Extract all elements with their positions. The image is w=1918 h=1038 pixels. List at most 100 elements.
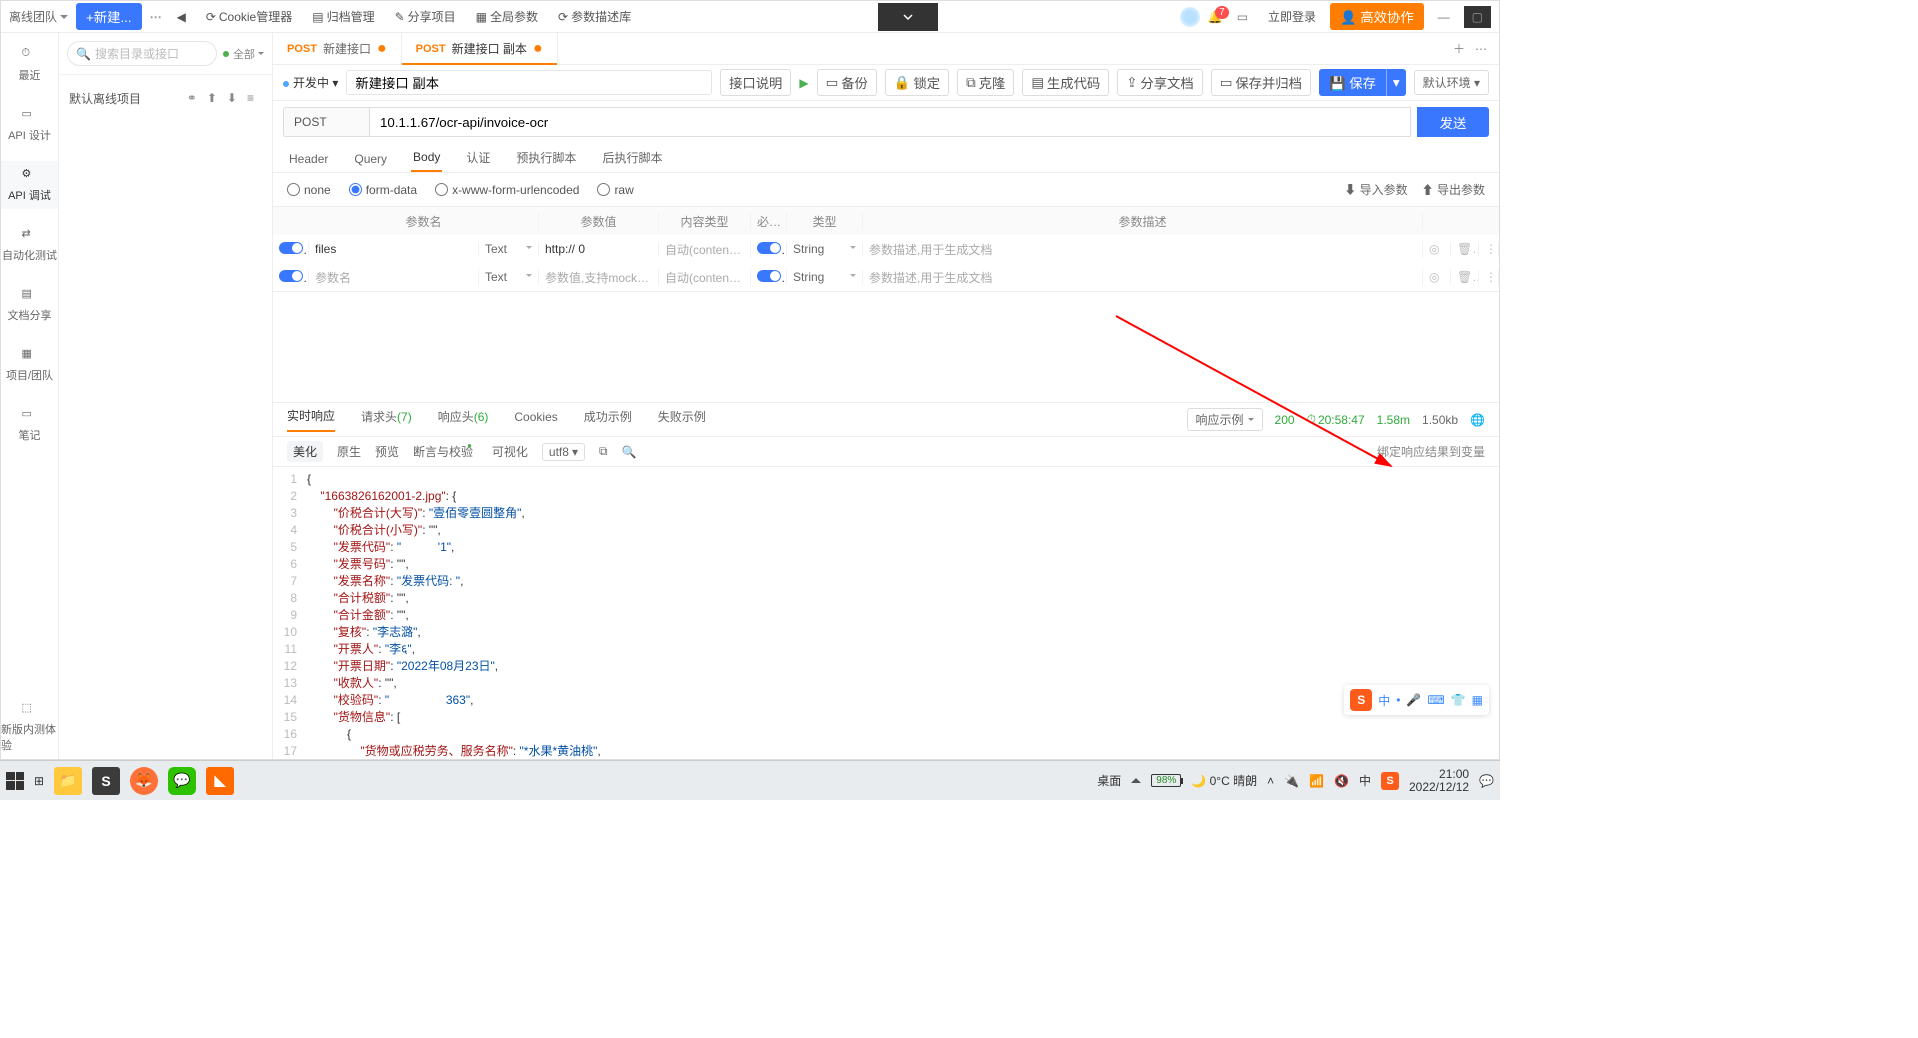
url-input[interactable] bbox=[369, 107, 1411, 137]
body-none-radio[interactable]: none bbox=[287, 183, 331, 197]
rail-automation[interactable]: ⇄自动化测试 bbox=[1, 221, 58, 269]
body-urlencoded-radio[interactable]: x-www-form-urlencoded bbox=[435, 183, 579, 197]
volume-icon[interactable]: 🔇 bbox=[1334, 774, 1349, 788]
param-desc-input[interactable]: 参数描述,用于生成文档 bbox=[863, 241, 1423, 258]
param-desc-input[interactable]: 参数描述,用于生成文档 bbox=[863, 269, 1423, 286]
notifications-icon[interactable]: 🔔7 bbox=[1208, 10, 1223, 24]
export-params[interactable]: ⬆ 导出参数 bbox=[1422, 181, 1485, 198]
row-required-toggle[interactable] bbox=[757, 242, 781, 254]
share-project[interactable]: ✎ 分享项目 bbox=[389, 8, 462, 25]
param-nametype-dd[interactable]: Text bbox=[479, 242, 539, 256]
list-icon[interactable]: ≡ bbox=[247, 91, 254, 105]
resptab-cookies[interactable]: Cookies bbox=[514, 410, 557, 430]
team-dropdown[interactable]: 离线团队 bbox=[9, 8, 68, 25]
param-name-input[interactable]: 参数名 bbox=[309, 269, 479, 286]
param-content[interactable]: 自动(content-type) bbox=[659, 269, 751, 286]
reqtab-header[interactable]: Header bbox=[287, 152, 330, 172]
save-button[interactable]: 💾 保存 bbox=[1319, 69, 1386, 96]
battery-icon[interactable]: 98% bbox=[1151, 774, 1181, 787]
reqtab-query[interactable]: Query bbox=[352, 152, 389, 172]
param-desc-lib[interactable]: ⟳ 参数描述库 bbox=[552, 8, 637, 25]
tab-api-1[interactable]: POST 新建接口 ● bbox=[273, 33, 402, 64]
encoding-dd[interactable]: utf8 ▾ bbox=[542, 443, 585, 461]
fmt-raw[interactable]: 原生 bbox=[337, 443, 361, 460]
resptab-reqhead[interactable]: 请求头(7) bbox=[361, 408, 412, 431]
start-button[interactable] bbox=[6, 772, 24, 790]
backup-button[interactable]: ▭备份 bbox=[817, 69, 877, 96]
param-nametype-dd[interactable]: Text bbox=[479, 270, 539, 284]
more-icon[interactable]: ⋯ bbox=[150, 10, 163, 24]
clone-button[interactable]: ⧉克隆 bbox=[957, 69, 1014, 96]
collab-button[interactable]: 👤 高效协作 bbox=[1330, 3, 1424, 30]
reqtab-postscript[interactable]: 后执行脚本 bbox=[600, 149, 664, 172]
resptab-rsphead[interactable]: 响应头(6) bbox=[438, 408, 489, 431]
body-formdata-radio[interactable]: form-data bbox=[349, 183, 417, 197]
sublime-icon[interactable]: S bbox=[92, 767, 120, 795]
drag-icon[interactable]: ⋮ bbox=[1479, 270, 1499, 284]
param-value-input[interactable]: 参数值,支持mock字段变 bbox=[539, 269, 659, 286]
reqtab-prescript[interactable]: 预执行脚本 bbox=[514, 149, 578, 172]
env-dropdown[interactable]: 默认环境 ▾ bbox=[1414, 70, 1489, 95]
param-value-input[interactable]: http:// 0 bbox=[539, 242, 659, 256]
ime-icon[interactable]: 中 bbox=[1359, 772, 1371, 789]
fmt-assert[interactable]: 断言与校验● bbox=[413, 443, 478, 460]
fmt-visual[interactable]: 可视化 bbox=[492, 443, 528, 460]
rail-api-design[interactable]: ▭API 设计 bbox=[1, 101, 58, 149]
send-button[interactable]: 发送 bbox=[1417, 107, 1489, 137]
search-input[interactable]: 🔍 搜索目录或接口 bbox=[67, 41, 217, 66]
param-content[interactable]: 自动(content-type) bbox=[659, 241, 751, 258]
save-caret[interactable]: ▾ bbox=[1386, 69, 1406, 96]
delete-icon[interactable]: 🗑 bbox=[1451, 270, 1479, 284]
copy-icon[interactable]: ⧉ bbox=[599, 444, 608, 459]
power-icon[interactable]: 🔌 bbox=[1284, 774, 1299, 788]
login-button[interactable]: 立即登录 bbox=[1262, 8, 1322, 25]
param-type-dd[interactable]: String bbox=[787, 270, 863, 284]
rail-beta[interactable]: ⬚新版内测体验 bbox=[1, 695, 58, 759]
row-required-toggle[interactable] bbox=[757, 270, 781, 282]
wechat-icon[interactable]: 💬 bbox=[168, 767, 196, 795]
tab-api-2[interactable]: POST 新建接口 副本 ● bbox=[402, 33, 558, 64]
globe-icon[interactable]: 🌐 bbox=[1470, 413, 1485, 427]
method-dropdown[interactable]: POST bbox=[283, 107, 369, 137]
import-params[interactable]: ⬇ 导入参数 bbox=[1344, 181, 1407, 198]
rail-project-team[interactable]: ▦项目/团队 bbox=[1, 341, 58, 389]
reqtab-auth[interactable]: 认证 bbox=[464, 149, 492, 172]
upload-icon[interactable]: ⬆ bbox=[207, 91, 217, 105]
response-example-dd[interactable]: 响应示例 bbox=[1187, 408, 1263, 431]
cookie-manager[interactable]: ⟳ Cookie管理器 bbox=[200, 8, 298, 25]
lock-button[interactable]: 🔒锁定 bbox=[885, 69, 949, 96]
note-icon[interactable]: ▭ bbox=[1231, 10, 1254, 24]
rail-doc-share[interactable]: ▤文档分享 bbox=[1, 281, 58, 329]
maximize-icon[interactable]: ▢ bbox=[1464, 6, 1491, 28]
archive-manage[interactable]: ▤ 归档管理 bbox=[306, 8, 380, 25]
api-name-input[interactable] bbox=[346, 70, 712, 95]
locate-icon[interactable]: ◎ bbox=[1423, 242, 1451, 256]
row-enable-toggle[interactable] bbox=[279, 242, 303, 254]
tray-expand-icon[interactable] bbox=[1131, 773, 1141, 783]
sogou-tray-icon[interactable]: S bbox=[1381, 772, 1399, 790]
param-name-input[interactable]: files bbox=[309, 242, 479, 256]
clock[interactable]: 21:00 2022/12/12 bbox=[1409, 768, 1469, 794]
run-icon[interactable]: ▶ bbox=[799, 76, 808, 90]
sharedoc-button[interactable]: ⇪分享文档 bbox=[1117, 69, 1202, 96]
response-body[interactable]: 1{2 "1663826162001-2.jpg": {3 "价税合计(大写)"… bbox=[273, 467, 1499, 759]
resptab-realtime[interactable]: 实时响应 bbox=[287, 407, 335, 432]
new-button[interactable]: +新建... bbox=[76, 3, 142, 30]
minimize-icon[interactable]: — bbox=[1432, 10, 1456, 24]
search-icon[interactable]: 🔍 bbox=[622, 445, 637, 459]
delete-icon[interactable]: 🗑 bbox=[1451, 242, 1479, 256]
weather-icon[interactable]: 🌙 0°C 晴朗 bbox=[1191, 772, 1257, 789]
gencode-button[interactable]: ▤生成代码 bbox=[1022, 69, 1109, 96]
project-name[interactable]: 默认离线项目 bbox=[69, 90, 179, 107]
global-params[interactable]: ▦ 全局参数 bbox=[470, 8, 544, 25]
desc-button[interactable]: 接口说明 bbox=[720, 69, 791, 96]
download-icon[interactable]: ⬇ bbox=[227, 91, 237, 105]
fmt-beautify[interactable]: 美化 bbox=[287, 441, 323, 462]
titlebar-dropdown[interactable] bbox=[878, 3, 938, 31]
save-archive-button[interactable]: ▭保存并归档 bbox=[1211, 69, 1311, 96]
ime-indicator[interactable]: S 中•🎤⌨👕▦ bbox=[1344, 685, 1489, 715]
desktop-label[interactable]: 桌面 bbox=[1097, 772, 1121, 789]
body-raw-radio[interactable]: raw bbox=[597, 183, 633, 197]
bind-variable[interactable]: 绑定响应结果到变量 bbox=[1377, 443, 1485, 460]
explorer-icon[interactable]: 📁 bbox=[54, 767, 82, 795]
